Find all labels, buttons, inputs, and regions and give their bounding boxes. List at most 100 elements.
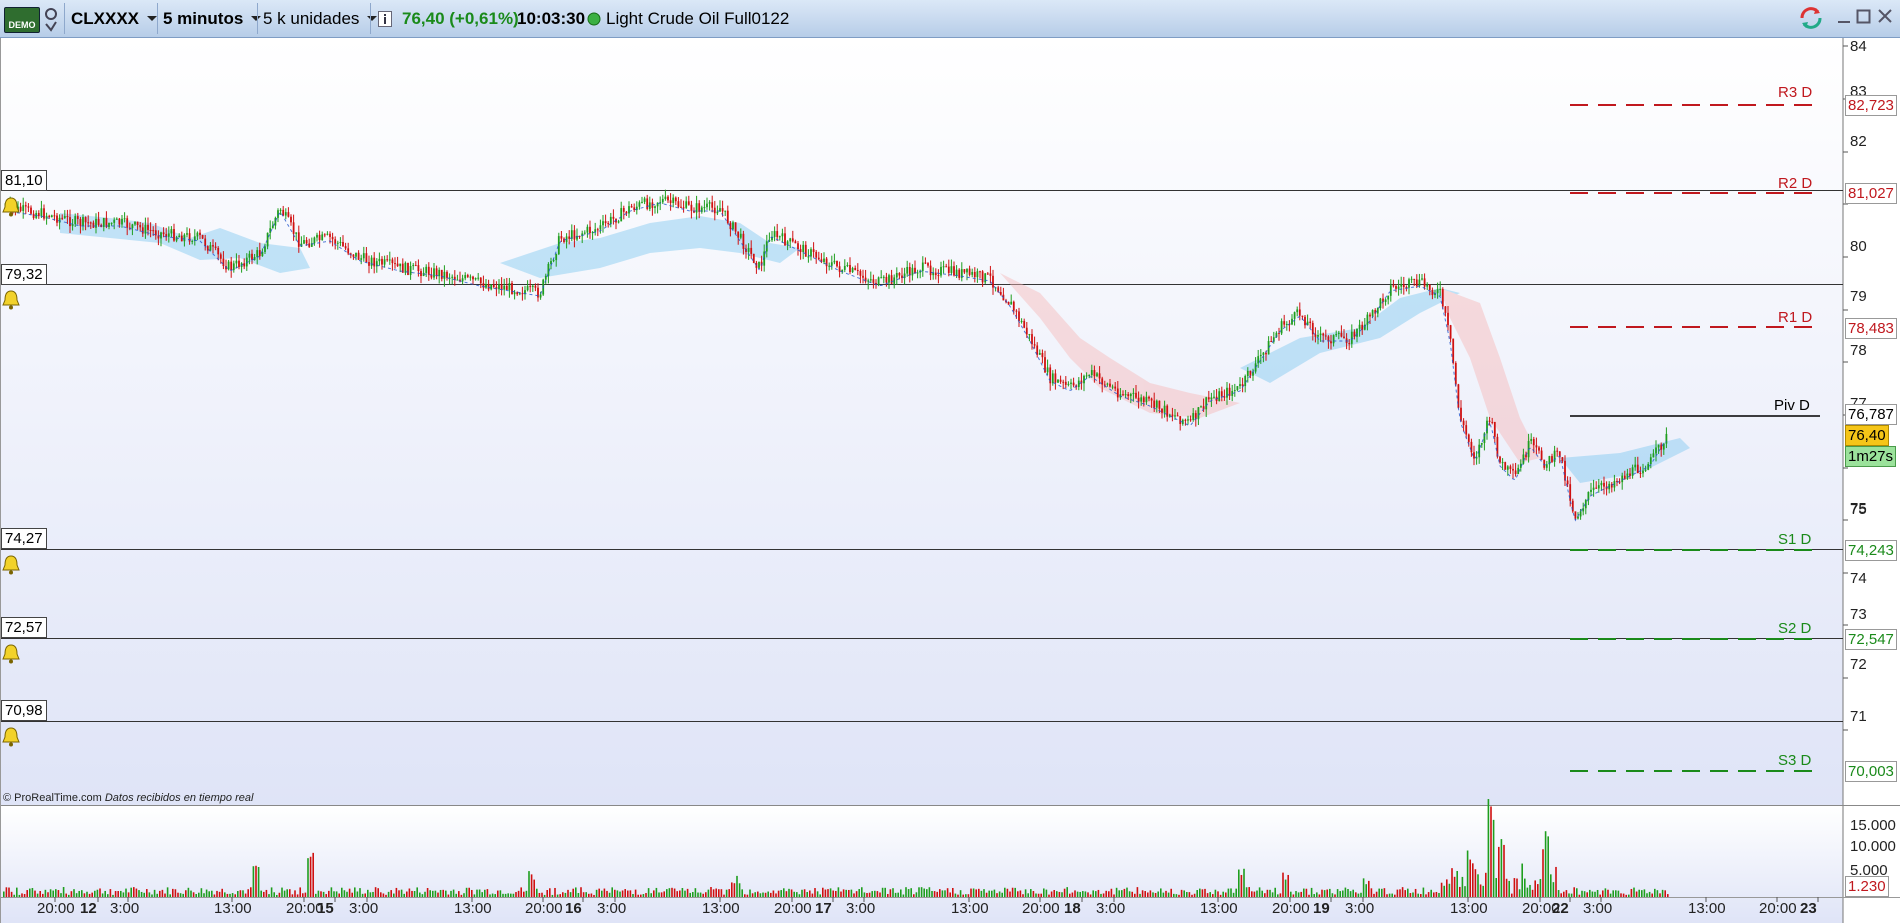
volume-bar: [1591, 891, 1594, 897]
maximize-icon[interactable]: [1856, 6, 1872, 32]
candle-body: [115, 218, 118, 220]
volume-bar: [107, 894, 109, 897]
volume-bar: [140, 891, 143, 897]
candle-body: [1436, 289, 1439, 294]
x-tick-label: 20:00: [774, 900, 812, 917]
volume-bar: [226, 893, 229, 897]
candle-body: [1626, 473, 1629, 480]
candle-body: [297, 232, 300, 247]
volume-bar: [1269, 889, 1271, 897]
candle-body: [846, 265, 849, 267]
candle-body: [674, 197, 677, 202]
volume-bar: [822, 887, 824, 897]
chart-area[interactable]: 81,10 79,32 74,27 72,57 70,98 R3 D R2 D …: [0, 38, 1900, 923]
info-icon[interactable]: [378, 0, 392, 37]
volume-bar: [213, 894, 216, 897]
sync-icon[interactable]: [1798, 6, 1824, 36]
candle-body: [1538, 447, 1540, 451]
volume-bar: [432, 890, 434, 897]
volume-bar: [400, 889, 403, 897]
volume-bar: [1245, 887, 1248, 897]
candle-body: [290, 216, 292, 223]
candle-body: [1259, 354, 1262, 357]
volume-bar: [1334, 894, 1336, 897]
candle-body: [1467, 434, 1470, 442]
candle-body: [804, 244, 807, 257]
volume-bar: [1433, 892, 1435, 897]
volume-bar: [81, 890, 83, 897]
bell-icon[interactable]: [0, 643, 22, 665]
volume-bar: [221, 888, 223, 897]
volume-bar: [694, 888, 697, 897]
volume-bar: [1004, 887, 1006, 897]
volume-bar: [1568, 893, 1570, 897]
volume-bar: [1209, 892, 1211, 897]
candle-body: [479, 277, 482, 284]
alert-level-5[interactable]: 70,98: [1, 700, 47, 721]
volume-bar: [978, 888, 980, 897]
y-tick: 71: [1850, 708, 1867, 725]
candle-body: [947, 266, 950, 273]
volume-bar: [1347, 889, 1349, 897]
volume-bar: [1144, 891, 1146, 897]
candle-body: [1509, 466, 1512, 469]
y-tick: 78: [1850, 342, 1867, 359]
volume-bar: [608, 892, 611, 897]
candle-body: [1207, 397, 1210, 400]
bell-icon[interactable]: [0, 289, 22, 311]
bell-icon[interactable]: [0, 196, 22, 218]
volume-bar: [1251, 891, 1253, 897]
volume-bar: [1511, 893, 1513, 897]
bell-icon[interactable]: [0, 554, 22, 576]
volume-bar: [801, 889, 803, 897]
candle-body: [1566, 480, 1569, 485]
volume-bar: [406, 891, 408, 897]
volume-bar: [1656, 890, 1659, 897]
candle-body: [838, 266, 841, 272]
candle-body: [362, 253, 365, 259]
candle-body: [1062, 381, 1065, 383]
candle-body: [638, 202, 641, 207]
alert-level-1[interactable]: 81,10: [1, 170, 47, 191]
volume-bar: [276, 894, 278, 897]
ticker-select[interactable]: CLXXXX: [71, 0, 158, 37]
volume-bar: [1425, 894, 1427, 897]
units-select[interactable]: 5 k unidades: [263, 0, 378, 37]
candle-body: [121, 218, 123, 225]
volume-bar: [478, 889, 481, 897]
volume-bar: [720, 889, 723, 897]
volume-bar: [861, 887, 863, 897]
volume-bar: [218, 891, 221, 897]
candle-body: [284, 212, 287, 216]
candle-body: [953, 266, 955, 276]
candle-body: [342, 241, 344, 247]
alert-level-4[interactable]: 72,57: [1, 617, 47, 638]
candle-body: [1504, 462, 1507, 470]
volume-bar: [1230, 888, 1232, 897]
volume-bar: [707, 889, 710, 897]
bell-icon[interactable]: [0, 726, 22, 748]
s2-value-tag: 72,547: [1845, 629, 1897, 650]
volume-bar: [907, 889, 910, 897]
alert-level-3[interactable]: 74,27: [1, 528, 47, 549]
y-tick: 73: [1850, 606, 1867, 623]
volume-bar: [1438, 892, 1440, 897]
countdown-tag: 1m27s: [1845, 446, 1897, 467]
volume-bar: [1089, 894, 1092, 897]
alert-level-2[interactable]: 79,32: [1, 264, 47, 285]
volume-bar: [1381, 888, 1383, 897]
volume-bar: [1617, 890, 1620, 897]
volume-bar: [44, 889, 47, 897]
candle-body: [1444, 306, 1447, 313]
minimize-icon[interactable]: [1837, 6, 1851, 32]
candle-body: [360, 258, 363, 260]
timeframe-select[interactable]: 5 minutos: [163, 0, 262, 37]
volume-bar: [429, 890, 431, 897]
settings-icon[interactable]: [44, 0, 58, 37]
candle-body: [368, 262, 370, 266]
volume-bar: [270, 887, 273, 897]
s1-label: S1 D: [1778, 531, 1812, 548]
candle-body: [521, 293, 524, 295]
close-icon[interactable]: [1877, 6, 1893, 32]
volume-bar: [278, 892, 281, 897]
